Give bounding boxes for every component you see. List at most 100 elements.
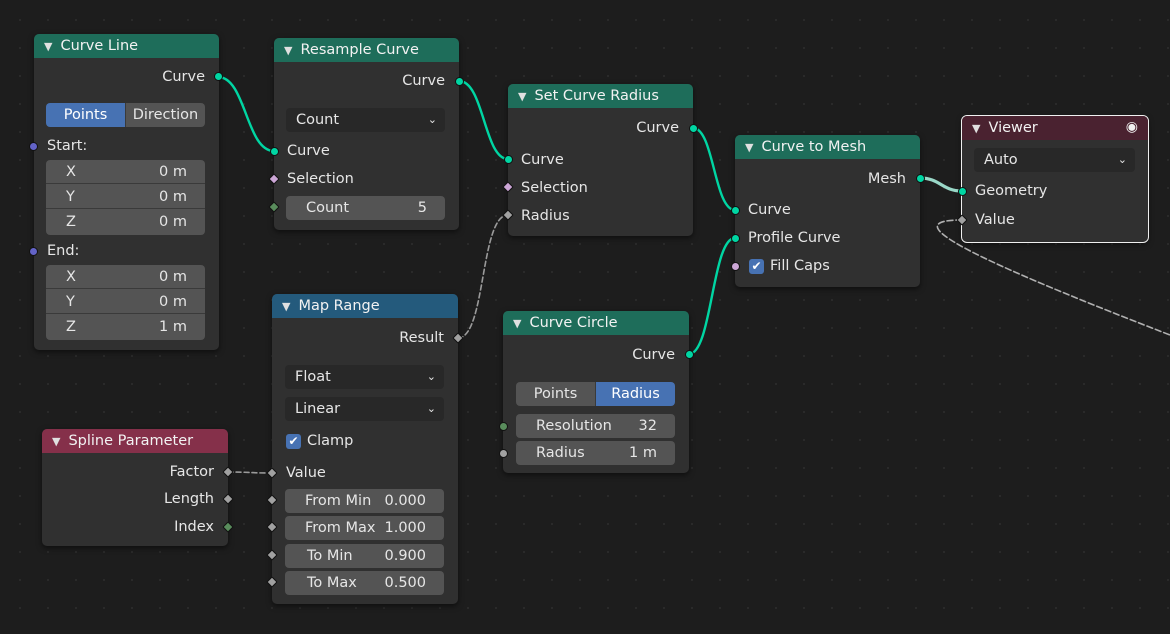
node-title: Curve to Mesh xyxy=(761,139,867,155)
link-circle-profile[interactable] xyxy=(687,236,737,356)
node-spline-parameter[interactable]: ▼ Spline Parameter Factor Length Index xyxy=(42,429,228,546)
node-header[interactable]: ▼ Map Range xyxy=(272,294,458,318)
chevron-down-icon[interactable]: ▼ xyxy=(282,300,290,313)
chevron-down-icon[interactable]: ▼ xyxy=(284,44,292,57)
interpolation-dropdown[interactable]: Linear ⌄ xyxy=(285,397,444,421)
output-factor-label: Factor xyxy=(169,464,214,480)
from-min-field[interactable]: From Min 0.000 xyxy=(285,489,444,513)
node-map-range[interactable]: ▼ Map Range Result Float ⌄ Linear ⌄ ✔ Cl… xyxy=(272,294,458,604)
chevron-down-icon[interactable]: ▼ xyxy=(513,317,521,330)
to-max-field[interactable]: To Max 0.500 xyxy=(285,571,444,595)
node-title: Curve Line xyxy=(60,38,139,54)
output-mesh-label: Mesh xyxy=(867,171,906,187)
start-vector: X0 m Y0 m Z0 m xyxy=(46,160,205,235)
to-min-field[interactable]: To Min 0.900 xyxy=(285,544,444,568)
curve-circle-resolution-socket[interactable] xyxy=(499,422,508,431)
eye-icon[interactable]: ◉ xyxy=(1126,119,1138,135)
data-type-value: Float xyxy=(295,369,331,385)
node-curve-circle[interactable]: ▼ Curve Circle Curve Points Radius Resol… xyxy=(503,311,689,473)
chevron-down-icon[interactable]: ▼ xyxy=(518,90,526,103)
node-viewer[interactable]: ▼ Viewer ◉ Auto ⌄ Geometry Value xyxy=(961,115,1149,243)
curve-circle-radius-socket[interactable] xyxy=(499,449,508,458)
viewer-geometry-socket[interactable] xyxy=(958,187,967,196)
link-mesh-viewer[interactable] xyxy=(918,176,964,193)
start-input-socket[interactable] xyxy=(29,142,38,151)
checkmark-icon: ✔ xyxy=(751,259,762,273)
clamp-checkbox[interactable]: ✔ xyxy=(286,434,301,449)
node-title: Viewer xyxy=(988,120,1038,136)
fill-caps-checkbox[interactable]: ✔ xyxy=(749,259,764,274)
chevron-down-icon[interactable]: ▼ xyxy=(745,141,753,154)
link-curveline-resample[interactable] xyxy=(216,75,276,153)
node-header[interactable]: ▼ Viewer ◉ xyxy=(962,116,1148,140)
radius-field[interactable]: Radius 1 m xyxy=(516,441,675,465)
curve-to-mesh-profile-socket[interactable] xyxy=(731,234,740,243)
count-field[interactable]: Count 5 xyxy=(286,196,445,220)
mode-dropdown[interactable]: Count ⌄ xyxy=(286,108,445,132)
curve-to-mesh-output-socket[interactable] xyxy=(916,174,925,183)
output-curve-label: Curve xyxy=(402,73,445,89)
chevron-down-icon[interactable]: ▼ xyxy=(44,40,52,53)
output-curve-label: Curve xyxy=(636,120,679,136)
output-index-label: Index xyxy=(174,519,214,535)
link-resample-setradius[interactable] xyxy=(457,79,510,161)
node-header[interactable]: ▼ Curve Line xyxy=(34,34,219,58)
node-header[interactable]: ▼ Curve to Mesh xyxy=(735,135,920,159)
mode-radius-button[interactable]: Radius xyxy=(595,382,675,406)
output-curve-label: Curve xyxy=(632,347,675,363)
node-set-curve-radius[interactable]: ▼ Set Curve Radius Curve Curve Selection… xyxy=(508,84,693,236)
end-vector: X0 m Y0 m Z1 m xyxy=(46,265,205,340)
start-z-field[interactable]: Z0 m xyxy=(46,210,205,234)
input-curve-label: Curve xyxy=(748,202,791,218)
node-header[interactable]: ▼ Spline Parameter xyxy=(42,429,228,453)
curve-circle-output-socket[interactable] xyxy=(685,350,694,359)
set-radius-curve-input-socket[interactable] xyxy=(504,155,513,164)
mode-toggle: Points Radius xyxy=(516,382,675,406)
chevron-down-icon[interactable]: ▼ xyxy=(972,122,980,135)
link-maprange-radius[interactable] xyxy=(457,214,509,339)
curve-to-mesh-curve-socket[interactable] xyxy=(731,206,740,215)
start-label: Start: xyxy=(47,138,88,154)
resample-output-socket[interactable] xyxy=(455,77,464,86)
input-curve-label: Curve xyxy=(521,152,564,168)
end-z-field[interactable]: Z1 m xyxy=(46,315,205,339)
node-curve-to-mesh[interactable]: ▼ Curve to Mesh Mesh Curve Profile Curve… xyxy=(735,135,920,287)
end-y-field[interactable]: Y0 m xyxy=(46,290,205,314)
node-title: Map Range xyxy=(298,298,380,314)
node-title: Set Curve Radius xyxy=(534,88,659,104)
node-title: Resample Curve xyxy=(300,42,419,58)
set-radius-output-socket[interactable] xyxy=(689,124,698,133)
domain-dropdown[interactable]: Auto ⌄ xyxy=(974,148,1135,172)
mode-value: Count xyxy=(296,112,340,128)
node-resample-curve[interactable]: ▼ Resample Curve Curve Count ⌄ Curve Sel… xyxy=(274,38,459,230)
node-curve-line[interactable]: ▼ Curve Line Curve Points Direction Star… xyxy=(34,34,219,350)
input-curve-label: Curve xyxy=(287,143,330,159)
node-header[interactable]: ▼ Resample Curve xyxy=(274,38,459,62)
end-input-socket[interactable] xyxy=(29,247,38,256)
curve-line-output-socket[interactable] xyxy=(214,72,223,81)
node-title: Curve Circle xyxy=(529,315,618,331)
output-result-label: Result xyxy=(399,330,444,346)
dropdown-arrow-icon: ⌄ xyxy=(1117,153,1127,166)
resample-curve-input-socket[interactable] xyxy=(270,147,279,156)
mode-direction-button[interactable]: Direction xyxy=(125,103,205,127)
node-header[interactable]: ▼ Curve Circle xyxy=(503,311,689,335)
domain-value: Auto xyxy=(984,152,1018,168)
curve-to-mesh-fill-caps-socket[interactable] xyxy=(731,262,740,271)
node-title: Spline Parameter xyxy=(68,433,194,449)
node-header[interactable]: ▼ Set Curve Radius xyxy=(508,84,693,108)
chevron-down-icon[interactable]: ▼ xyxy=(52,435,60,448)
input-profile-curve-label: Profile Curve xyxy=(748,230,841,246)
link-setradius-curvetomesh[interactable] xyxy=(691,126,737,212)
fill-caps-label: Fill Caps xyxy=(770,258,830,274)
start-y-field[interactable]: Y0 m xyxy=(46,185,205,209)
end-x-field[interactable]: X0 m xyxy=(46,265,205,289)
from-max-field[interactable]: From Max 1.000 xyxy=(285,516,444,540)
interpolation-value: Linear xyxy=(295,401,341,417)
data-type-dropdown[interactable]: Float ⌄ xyxy=(285,365,444,389)
start-x-field[interactable]: X0 m xyxy=(46,160,205,184)
input-value-label: Value xyxy=(975,212,1015,228)
mode-points-button[interactable]: Points xyxy=(46,103,125,127)
mode-points-button[interactable]: Points xyxy=(516,382,595,406)
resolution-field[interactable]: Resolution 32 xyxy=(516,414,675,438)
